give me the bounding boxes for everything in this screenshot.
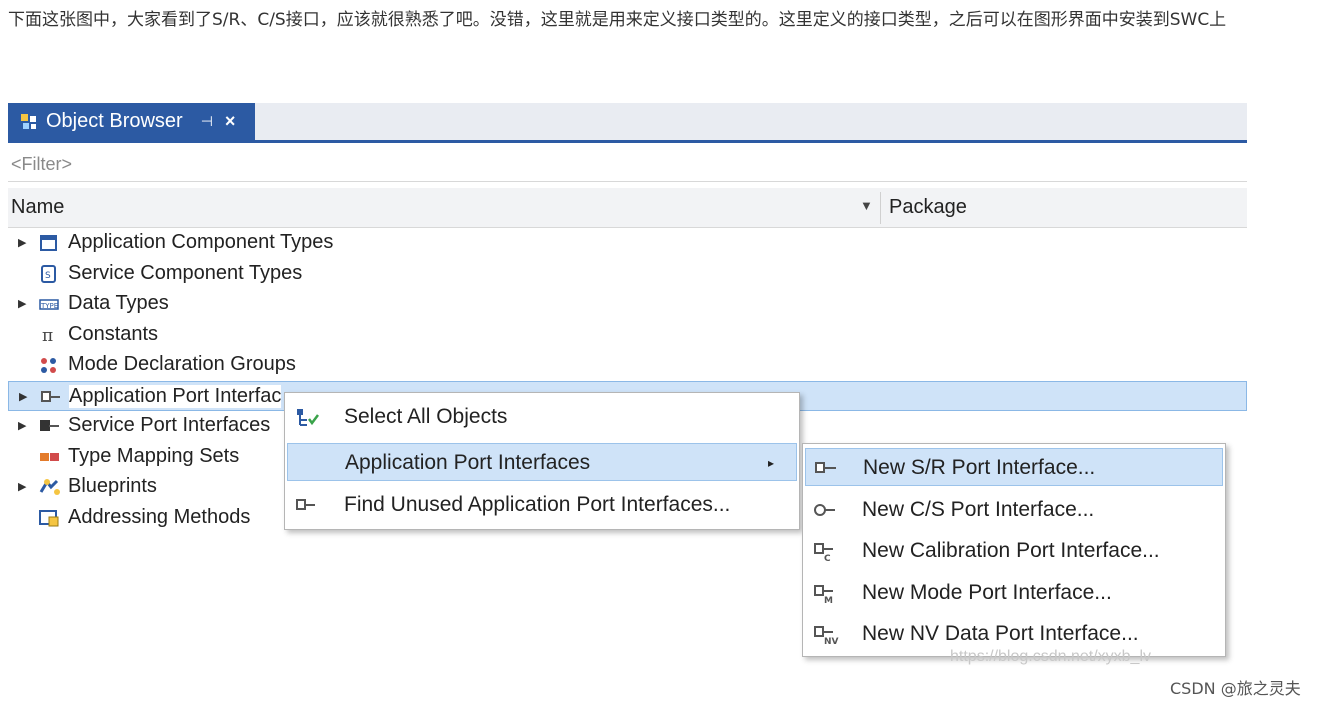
tree-item-label: Blueprints	[68, 475, 157, 497]
submenu-item[interactable]: New C/S Port Interface...	[805, 491, 1223, 529]
context-menu-item-label: Select All Objects	[344, 405, 508, 428]
svg-text:NV: NV	[824, 637, 839, 646]
column-name[interactable]: Name	[11, 196, 64, 219]
intro-paragraph: 下面这张图中，大家看到了S/R、C/S接口，应该就很熟悉了吧。没错，这里就是用来…	[8, 10, 1227, 30]
select-all-icon	[295, 407, 319, 427]
context-menu-item-label: Application Port Interfaces	[345, 451, 591, 474]
expand-arrow-icon[interactable]: ▶	[19, 390, 27, 403]
tree-item-label: Service Port Interfaces	[68, 414, 271, 436]
tab-title: Object Browser	[46, 110, 183, 132]
column-header: Name ▼ Package	[8, 188, 1247, 228]
tree-item-label: Application Component Types	[68, 231, 334, 253]
pin-icon[interactable]: ⊣	[201, 113, 213, 130]
tree-item-label: Service Component Types	[68, 262, 303, 284]
submenu-item-label: New NV Data Port Interface...	[862, 622, 1139, 645]
tree-item[interactable]: ▶ TYPE Data Types	[8, 289, 1247, 319]
submenu-item-label: New Mode Port Interface...	[862, 581, 1112, 604]
expand-arrow-icon[interactable]: ▶	[18, 236, 26, 249]
data-type-icon: TYPE	[39, 294, 59, 314]
svg-text:π: π	[42, 326, 53, 345]
submenu-item[interactable]: C New Calibration Port Interface...	[805, 532, 1223, 570]
close-icon[interactable]: ×	[225, 111, 236, 132]
expand-arrow-icon[interactable]: ▶	[18, 297, 26, 310]
service-port-icon	[39, 416, 59, 436]
tab-object-browser[interactable]: Object Browser ⊣ ×	[8, 103, 255, 140]
context-menu-item-label: Find Unused Application Port Interfaces.…	[344, 493, 731, 516]
context-submenu: New S/R Port Interface... New C/S Port In…	[802, 443, 1226, 657]
submenu-item-label: New S/R Port Interface...	[863, 456, 1096, 479]
addressing-icon	[39, 508, 59, 528]
mode-interface-icon: M	[813, 583, 837, 606]
tree-item[interactable]: S Service Component Types	[8, 259, 1247, 289]
column-package[interactable]: Package	[889, 196, 967, 219]
svg-text:M: M	[824, 596, 833, 605]
expand-arrow-icon[interactable]: ▶	[18, 480, 26, 493]
tree-item-label: Application Port Interfac	[69, 385, 282, 408]
svg-text:C: C	[824, 554, 831, 563]
svg-text:TYPE: TYPE	[40, 302, 58, 310]
submenu-arrow-icon: ▸	[767, 456, 774, 470]
tree-item[interactable]: ▶ Application Component Types	[8, 228, 1247, 258]
submenu-item[interactable]: New S/R Port Interface...	[805, 448, 1223, 486]
blueprint-icon	[39, 477, 60, 497]
type-mapping-icon	[39, 447, 59, 467]
credit-label: CSDN @旅之灵夫	[1170, 679, 1301, 698]
port-interface-icon	[295, 495, 319, 515]
submenu-item-label: New C/S Port Interface...	[862, 498, 1095, 521]
tree-item-label: Data Types	[68, 292, 169, 314]
tree-item-label: Mode Declaration Groups	[68, 353, 296, 375]
mode-group-icon	[39, 355, 59, 375]
cs-interface-icon	[813, 500, 837, 520]
sort-down-icon[interactable]: ▼	[860, 198, 873, 213]
tree-item-label: Type Mapping Sets	[68, 445, 240, 467]
context-menu-item[interactable]: Find Unused Application Port Interfaces.…	[287, 486, 797, 524]
column-separator[interactable]	[880, 192, 881, 224]
tab-bar: Object Browser ⊣ ×	[8, 103, 1247, 143]
service-component-icon: S	[39, 264, 59, 284]
svg-text:S: S	[45, 271, 51, 281]
submenu-item[interactable]: M New Mode Port Interface...	[805, 574, 1223, 612]
sr-interface-icon	[814, 458, 838, 478]
calibration-interface-icon: C	[813, 541, 837, 564]
tree-item[interactable]: Mode Declaration Groups	[8, 350, 1247, 380]
context-menu-item[interactable]: Select All Objects	[287, 398, 797, 436]
expand-arrow-icon[interactable]: ▶	[18, 419, 26, 432]
nv-interface-icon: NV	[813, 624, 839, 647]
context-menu: Select All Objects Application Port Inter…	[284, 392, 800, 530]
component-type-icon	[39, 233, 59, 253]
tree-item-label: Addressing Methods	[68, 506, 251, 528]
pi-icon: π	[39, 325, 59, 346]
submenu-item-label: New Calibration Port Interface...	[862, 539, 1160, 562]
object-browser-icon	[20, 113, 38, 131]
tree-item-label: Constants	[68, 323, 159, 345]
filter-input[interactable]: <Filter>	[8, 146, 1247, 182]
context-menu-item[interactable]: Application Port Interfaces ▸	[287, 443, 797, 481]
tree-item[interactable]: π Constants	[8, 320, 1247, 350]
watermark: https://blog.csdn.net/xyxb_lv	[950, 648, 1151, 665]
port-interface-icon	[40, 387, 60, 407]
